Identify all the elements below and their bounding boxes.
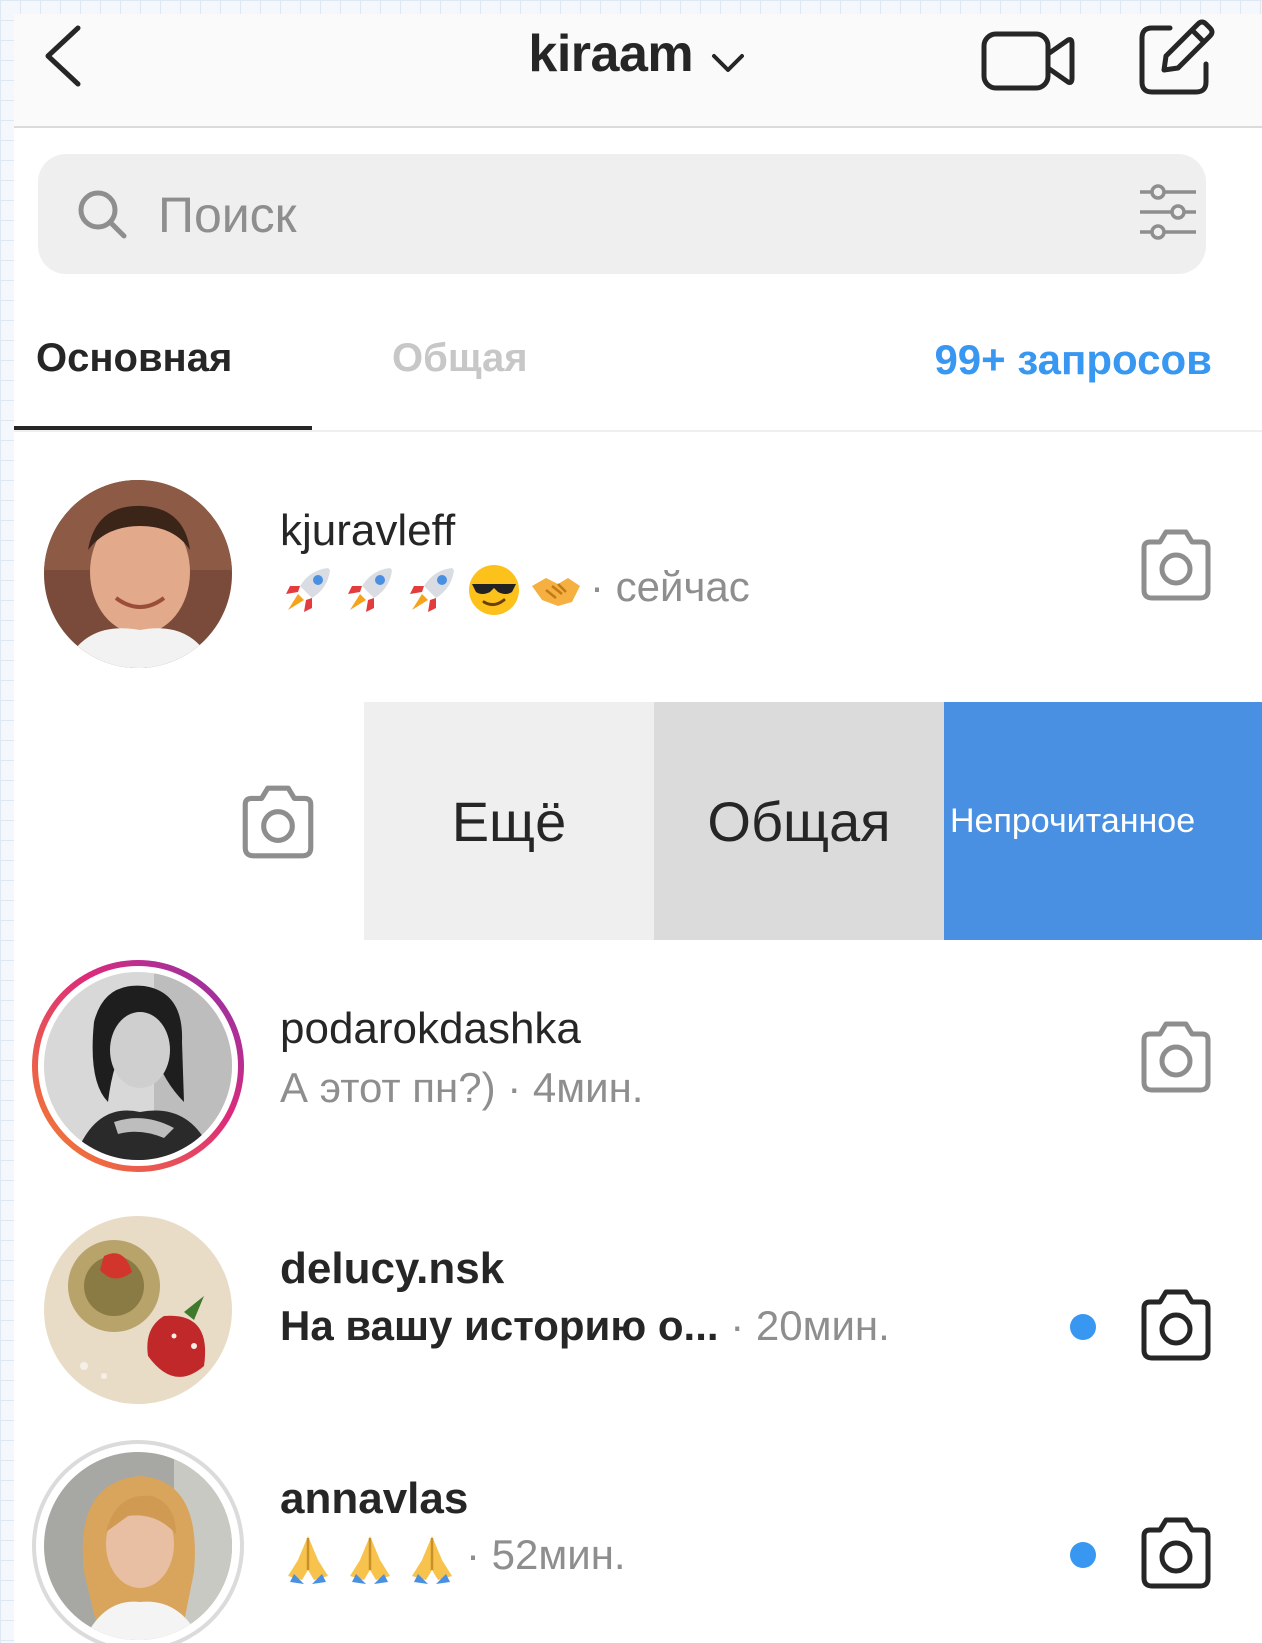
avatar[interactable] — [44, 1452, 232, 1640]
thread-row[interactable]: kjuravleff · сейчас — [14, 466, 1262, 670]
thread-row[interactable]: delucy.nsk На вашу историю о... · 20мин. — [14, 1210, 1262, 1414]
thread-preview: · сейчас — [280, 562, 750, 618]
folded-hands-icon — [350, 1536, 390, 1584]
search-icon — [78, 190, 127, 239]
thread-message: А этот пн?) — [280, 1064, 496, 1111]
thread-username: delucy.nsk — [280, 1244, 505, 1293]
folded-hands-icon — [288, 1536, 328, 1584]
direct-inbox-screen: kiraam Поиск Основная Общая 99+ запросов… — [14, 14, 1262, 1643]
more-action-button[interactable]: Ещё — [364, 702, 654, 940]
search-input[interactable] — [156, 178, 1060, 252]
mark-unread-button[interactable]: Непрочитанное — [944, 702, 1262, 940]
thread-message: На вашу историю о... — [280, 1302, 719, 1349]
thread-preview: А этот пн?) · 4мин. — [280, 1064, 643, 1112]
camera-icon[interactable] — [1134, 1512, 1218, 1596]
search-bar[interactable] — [38, 154, 1206, 274]
thread-time: · 20мин. — [730, 1302, 890, 1349]
thread-username: podarokdashka — [280, 1004, 581, 1053]
rocket-icon — [410, 568, 454, 612]
swiped-thread-row[interactable]: Ещё Общая Непрочитанное — [14, 702, 1262, 940]
avatar-photo — [44, 972, 232, 1160]
camera-icon[interactable] — [1134, 1284, 1218, 1368]
thread-time: · 4мин. — [507, 1064, 644, 1111]
new-message-button[interactable] — [1134, 18, 1216, 100]
folded-hands-icon — [412, 1536, 452, 1584]
camera-icon[interactable] — [1134, 524, 1218, 608]
avatar[interactable] — [44, 480, 232, 668]
sunglasses-face-icon — [469, 565, 519, 615]
video-call-button[interactable] — [980, 26, 1076, 94]
compose-icon — [1139, 19, 1215, 95]
unread-indicator — [1070, 1542, 1096, 1568]
thread-username: annavlas — [280, 1474, 469, 1523]
avatar[interactable] — [44, 1216, 232, 1404]
tab-primary[interactable]: Основная — [36, 336, 232, 381]
move-to-general-button[interactable]: Общая — [654, 702, 944, 940]
avatar[interactable] — [44, 972, 232, 1160]
avatar-photo — [44, 1216, 232, 1404]
thread-preview: · 52мин. — [280, 1530, 626, 1586]
filter-icon[interactable] — [1136, 182, 1200, 242]
rocket-icon — [286, 568, 330, 612]
thread-row[interactable]: podarokdashka А этот пн?) · 4мин. — [14, 958, 1262, 1172]
active-tab-indicator — [14, 426, 312, 430]
camera-icon[interactable] — [234, 780, 322, 866]
thread-preview: На вашу историю о... · 20мин. — [280, 1302, 890, 1350]
rocket-icon — [348, 568, 392, 612]
tab-general[interactable]: Общая — [392, 336, 528, 381]
thread-row[interactable]: annavlas · 52мин. — [14, 1438, 1262, 1643]
thread-time: · 52мин. — [466, 1531, 626, 1579]
unread-indicator — [1070, 1314, 1096, 1340]
thread-time: · сейчас — [590, 563, 750, 611]
inbox-tabs: Основная Общая 99+ запросов — [14, 310, 1262, 432]
thread-username: kjuravleff — [280, 506, 456, 555]
inbox-header: kiraam — [14, 14, 1262, 128]
camera-icon[interactable] — [1134, 1016, 1218, 1100]
avatar-photo — [44, 480, 232, 668]
account-title: kiraam — [528, 25, 694, 83]
chevron-down-icon — [711, 53, 744, 72]
message-requests-link[interactable]: 99+ запросов — [934, 336, 1212, 384]
video-camera-icon — [981, 31, 1075, 91]
handshake-icon — [532, 578, 580, 606]
avatar-photo — [44, 1452, 232, 1640]
